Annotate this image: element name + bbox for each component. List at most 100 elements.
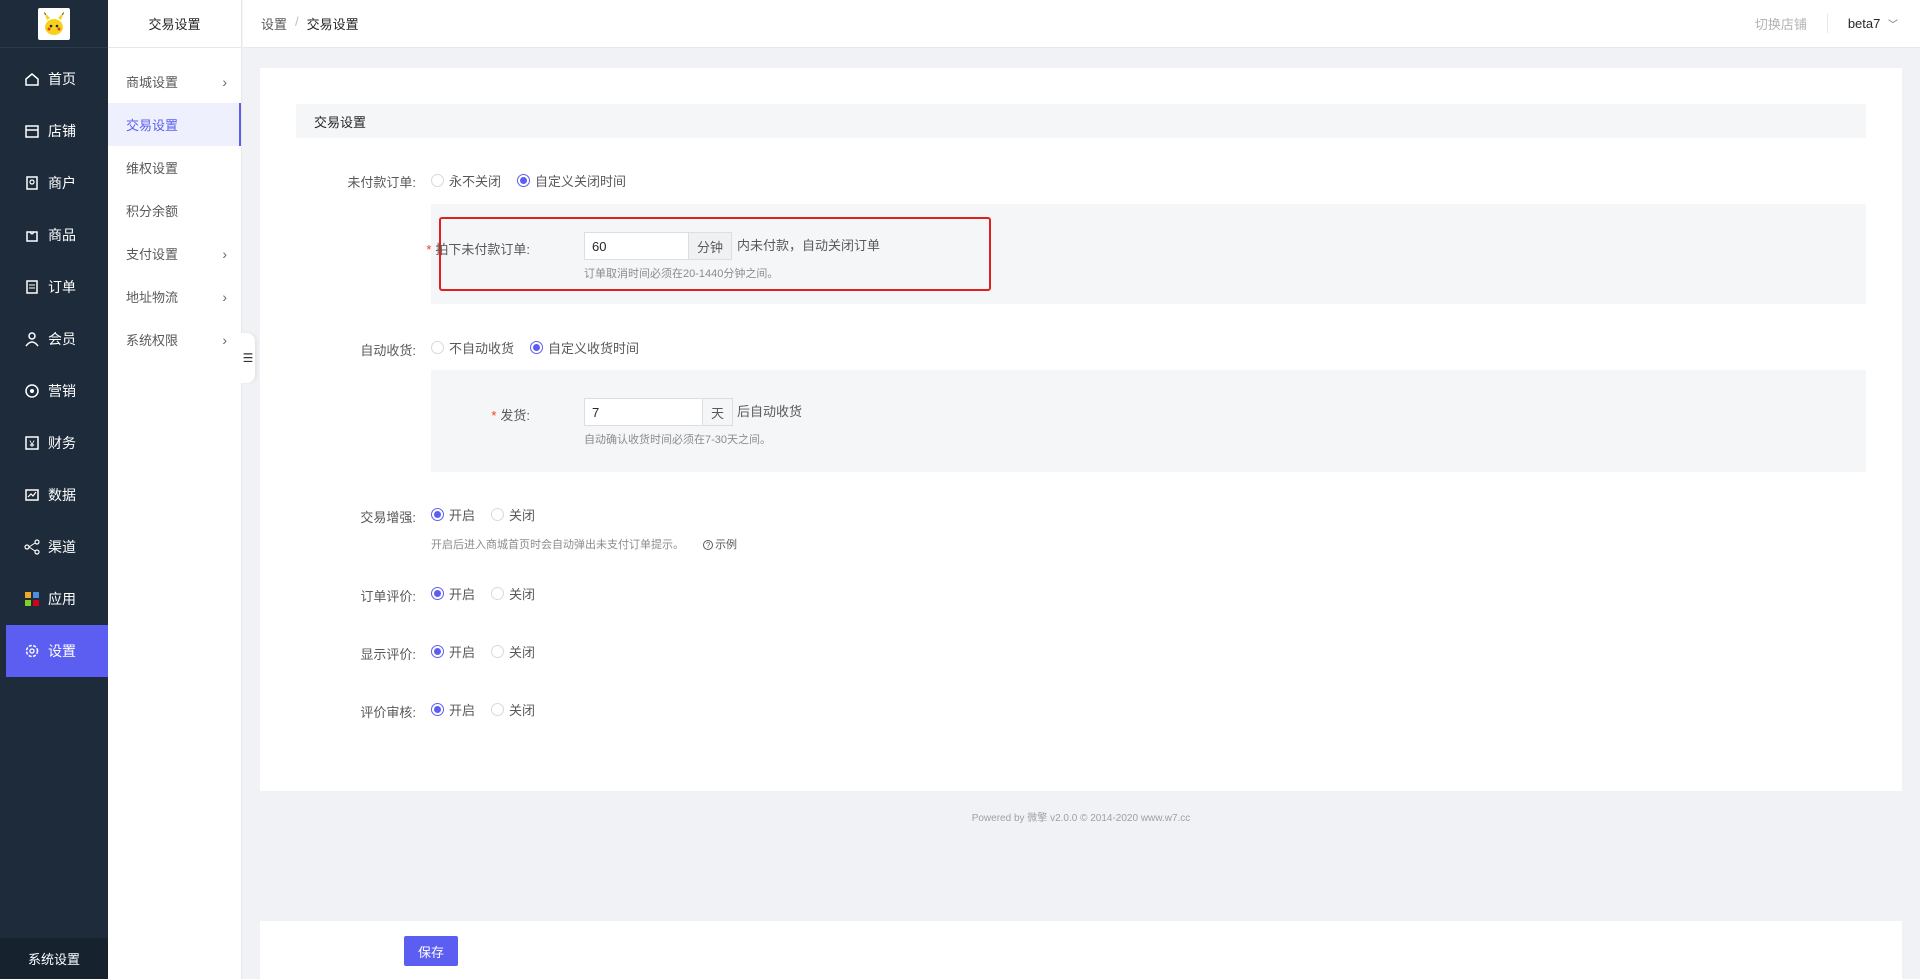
required-mark: * [426, 242, 432, 257]
home-icon [24, 71, 40, 87]
sidebar-item-data[interactable]: 数据 [0, 469, 108, 521]
radio-custom-receive-time[interactable]: 自定义收货时间 [530, 338, 639, 357]
review-audit-label: 评价审核: [360, 705, 416, 720]
subnav-item[interactable]: 维权设置 [108, 146, 241, 189]
collapse-toggle[interactable]: ☰ [241, 333, 255, 383]
sidebar-item-finance[interactable]: ¥ 财务 [0, 417, 108, 469]
save-bar: 保存 [260, 921, 1902, 979]
radio-dot [517, 174, 531, 187]
logo[interactable] [38, 7, 70, 40]
radio-enhance-off[interactable]: 关闭 [491, 505, 535, 524]
logo-area [0, 0, 108, 48]
subnav-item-label: 支付设置 [126, 247, 179, 262]
radio-label: 关闭 [509, 587, 536, 602]
radio-show-review-off[interactable]: 关闭 [491, 642, 535, 661]
question-circle-icon: ? [703, 540, 714, 550]
show-review-radio-group: 开启 关闭 [431, 642, 551, 661]
trade-enhance-label: 交易增强: [360, 510, 416, 525]
sidebar-item-label: 财务 [48, 435, 76, 451]
sidebar-item-label: 渠道 [48, 539, 76, 555]
radio-enhance-on[interactable]: 开启 [431, 505, 475, 524]
unpaid-order-label: 未付款订单: [347, 175, 416, 190]
unpaid-hint: 订单取消时间必须在20-1440分钟之间。 [584, 268, 779, 280]
save-button[interactable]: 保存 [404, 936, 458, 966]
sidebar-item-label: 会员 [48, 331, 76, 347]
user-name: beta7 [1847, 16, 1881, 31]
sidebar-item-label: 商户 [48, 175, 76, 191]
breadcrumb-item-current: 交易设置 [306, 17, 359, 32]
system-settings-link[interactable]: 系统设置 [0, 938, 108, 979]
radio-label: 关闭 [509, 508, 536, 523]
sidebar-item-channel[interactable]: 渠道 [0, 521, 108, 573]
menu-collapse-icon: ☰ [242, 351, 254, 365]
radio-custom-close-time[interactable]: 自定义关闭时间 [517, 171, 626, 190]
auto-receive-label: 自动收货: [360, 343, 416, 358]
breadcrumb-item-settings[interactable]: 设置 [261, 14, 287, 33]
radio-order-review-on[interactable]: 开启 [431, 584, 475, 603]
sidebar-item-order[interactable]: 订单 [0, 261, 108, 313]
switch-store-link[interactable]: 切换店铺 [1755, 14, 1828, 33]
radio-label: 开启 [449, 508, 476, 523]
trade-enhance-radio-group: 开启 关闭 [431, 505, 551, 524]
chevron-right-icon: › [222, 288, 227, 305]
sidebar-item-goods[interactable]: 商品 [0, 209, 108, 261]
radio-show-review-on[interactable]: 开启 [431, 642, 475, 661]
radio-label: 开启 [449, 645, 476, 660]
radio-label: 自定义关闭时间 [535, 174, 627, 189]
store-icon [24, 123, 40, 139]
sidebar-item-marketing[interactable]: 营销 [0, 365, 108, 417]
radio-order-review-off[interactable]: 关闭 [491, 584, 535, 603]
radio-dot [530, 341, 544, 354]
required-mark: * [491, 408, 497, 423]
subnav-item-label: 系统权限 [126, 333, 179, 348]
copyright-footer: Powered by 微擎 v2.0.0 © 2014-2020 www.w7.… [971, 813, 1191, 824]
radio-dot [431, 587, 444, 600]
breadcrumb: 设置 / 交易设置 [261, 14, 359, 33]
subnav-item[interactable]: 地址物流 › [108, 275, 241, 318]
sub-sidebar: 交易设置 商城设置 › 交易设置 维权设置 积分余额 支付设置 › 地址物流 › 系统权限 › [108, 0, 242, 979]
unpaid-order-radio-group: 永不关闭 自定义关闭时间 [431, 171, 642, 190]
sidebar-item-home[interactable]: 首页 [0, 53, 108, 105]
chevron-right-icon: › [222, 73, 227, 90]
user-menu[interactable]: beta7 ﹀ [1848, 16, 1898, 31]
sidebar-item-store[interactable]: 店铺 [0, 105, 108, 157]
unpaid-field-label: * 拍下未付款订单: [370, 239, 530, 258]
radio-dot [491, 508, 505, 521]
subnav-item-label: 交易设置 [126, 118, 179, 133]
settings-icon [24, 643, 40, 659]
sidebar-item-merchant[interactable]: 商户 [0, 157, 108, 209]
subnav-item-label: 维权设置 [126, 161, 179, 176]
unpaid-minutes-group: 分钟 [584, 232, 733, 260]
example-link[interactable]: ? 示例 [703, 539, 737, 551]
chevron-down-icon: ﹀ [1888, 20, 1898, 31]
sidebar-item-settings[interactable]: 设置 [6, 625, 108, 677]
days-unit: 天 [702, 398, 734, 426]
radio-review-audit-on[interactable]: 开启 [431, 700, 475, 719]
radio-dot [431, 174, 444, 187]
chevron-right-icon: › [222, 245, 227, 262]
settings-card: 交易设置 未付款订单: 永不关闭 自定义关闭时间 *拍下未付款订单: 分钟 内未… [260, 68, 1902, 791]
subnav-item-label: 地址物流 [126, 290, 179, 305]
main-nav: 首页 店铺商户商品 订单会员营销 ¥ 财务 数据渠道应用 设置 [0, 53, 108, 677]
subnav-item[interactable]: 系统权限 › [108, 318, 241, 361]
radio-review-audit-off[interactable]: 关闭 [491, 700, 535, 719]
receive-days-group: 天 [584, 398, 734, 426]
sidebar-item-apps[interactable]: 应用 [0, 573, 108, 625]
minutes-unit: 分钟 [688, 232, 733, 260]
receive-days-input[interactable] [584, 398, 702, 426]
unpaid-minutes-input[interactable] [584, 232, 688, 260]
sidebar-item-member[interactable]: 会员 [0, 313, 108, 365]
radio-label: 不自动收货 [449, 341, 515, 356]
radio-no-auto-receive[interactable]: 不自动收货 [431, 338, 514, 357]
subnav-item[interactable]: 支付设置 › [108, 232, 241, 275]
subnav-item[interactable]: 交易设置 [108, 103, 241, 146]
sidebar-item-label: 营销 [48, 383, 76, 399]
sub-sidebar-title: 交易设置 [108, 0, 241, 48]
radio-label: 开启 [449, 703, 476, 718]
subnav-item[interactable]: 积分余额 [108, 189, 241, 232]
receive-after-text: 后自动收货 [737, 404, 803, 419]
subnav-item-label: 积分余额 [126, 204, 179, 219]
radio-never-close[interactable]: 永不关闭 [431, 171, 501, 190]
subnav-item[interactable]: 商城设置 › [108, 60, 241, 103]
breadcrumb-separator: / [295, 14, 299, 29]
